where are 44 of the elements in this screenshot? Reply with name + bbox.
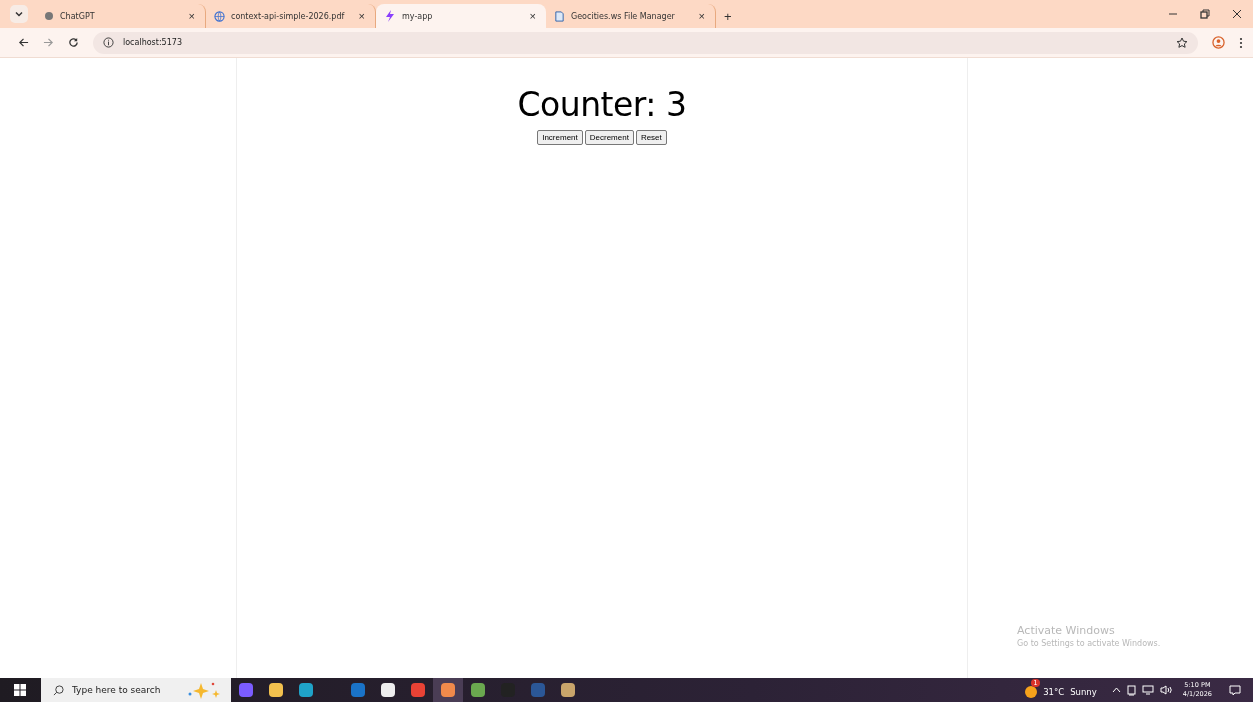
notifications-icon[interactable] [1229, 684, 1241, 696]
counter-button[interactable]: Decrement [584, 130, 634, 145]
tab-title: Geocities.ws File Manager [571, 11, 676, 21]
info-icon [103, 37, 114, 48]
counter-heading: Counter: 3 [517, 85, 687, 124]
taskbar-search-field[interactable]: Type here to search [72, 685, 172, 695]
activation-text: Go to Settings to activate Windows. [1017, 639, 1161, 648]
volume-icon[interactable] [1159, 685, 1172, 695]
close-tab-button[interactable]: × [186, 10, 197, 22]
new-tab-button[interactable]: + [720, 9, 736, 24]
reload-icon[interactable] [68, 37, 79, 48]
sun-icon [1025, 685, 1038, 698]
temperature-text: 31°C [1043, 686, 1065, 697]
bolt-icon [384, 10, 396, 22]
restore-icon[interactable] [1200, 9, 1210, 19]
close-tab-button[interactable]: × [356, 10, 367, 22]
counter-button[interactable]: Reset [635, 130, 667, 145]
profile-icon[interactable] [1212, 36, 1225, 49]
search-icon [53, 684, 64, 696]
activation-title: Activate Windows [1017, 624, 1116, 637]
weather-text: Sunny [1070, 686, 1097, 697]
chevron-down-icon [14, 9, 24, 19]
tab-title: context-api-simple-2026.pdf [231, 11, 346, 21]
tab-title: my-app [402, 11, 434, 21]
network-icon[interactable] [1141, 685, 1154, 695]
close-tab-button[interactable]: × [527, 10, 538, 22]
menu-icon[interactable] [1239, 36, 1243, 49]
dot-icon [44, 11, 54, 21]
close-icon[interactable] [1232, 9, 1242, 19]
page-icon [554, 10, 565, 22]
back-icon[interactable] [18, 37, 29, 48]
device-icon[interactable] [1126, 684, 1136, 696]
windows-start-icon[interactable] [14, 684, 26, 696]
tab-search-button[interactable] [10, 5, 28, 23]
close-tab-button[interactable]: × [696, 10, 707, 22]
globe-icon [214, 10, 225, 22]
tab-title: ChatGPT [60, 11, 96, 21]
counter-button[interactable]: Increment [537, 130, 583, 145]
browser-tab[interactable]: my-app × [376, 4, 546, 28]
url-text: localhost:5173 [123, 38, 182, 47]
address-bar[interactable]: localhost:5173 [93, 31, 1198, 54]
forward-icon[interactable] [43, 37, 54, 48]
star-icon[interactable] [1176, 36, 1188, 49]
chevron-up-icon[interactable] [1111, 687, 1121, 693]
